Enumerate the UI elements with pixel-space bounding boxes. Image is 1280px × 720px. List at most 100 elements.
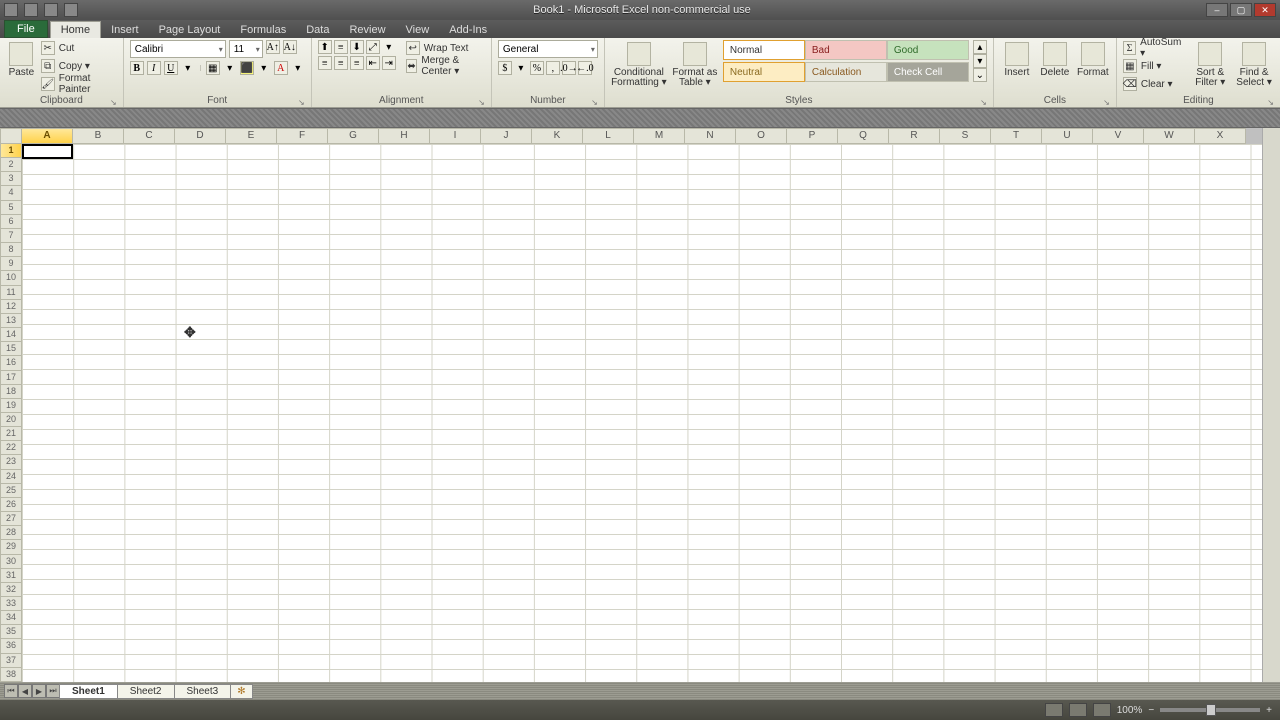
align-right-icon[interactable]: ≡: [350, 56, 364, 70]
row-header-21[interactable]: 21: [0, 427, 22, 441]
row-header-26[interactable]: 26: [0, 498, 22, 512]
col-header-F[interactable]: F: [277, 128, 328, 144]
font-name-combo[interactable]: Calibri: [130, 40, 226, 58]
sheet-nav-first-icon[interactable]: ⏮: [4, 684, 18, 698]
row-header-7[interactable]: 7: [0, 229, 22, 243]
conditional-formatting-button[interactable]: Conditional Formatting ▾: [611, 40, 667, 88]
cut-button[interactable]: ✂Cut: [41, 40, 117, 56]
italic-button[interactable]: I: [147, 61, 161, 75]
close-button[interactable]: ✕: [1254, 3, 1276, 17]
find-select-button[interactable]: Find & Select ▾: [1234, 40, 1274, 88]
font-size-combo[interactable]: 11: [229, 40, 263, 58]
row-header-27[interactable]: 27: [0, 512, 22, 526]
zoom-out-button[interactable]: −: [1148, 705, 1154, 716]
tab-page-layout[interactable]: Page Layout: [149, 22, 231, 38]
copy-button[interactable]: ⧉Copy ▾: [41, 58, 117, 74]
view-layout-icon[interactable]: [1069, 703, 1087, 717]
bold-button[interactable]: B: [130, 61, 144, 75]
row-header-19[interactable]: 19: [0, 399, 22, 413]
view-pagebreak-icon[interactable]: [1093, 703, 1111, 717]
fill-color-button[interactable]: ⬛: [240, 61, 254, 75]
dec-decimal-icon[interactable]: ←.0: [578, 61, 592, 75]
clear-button[interactable]: ⌫Clear ▾: [1123, 76, 1186, 92]
indent-dec-icon[interactable]: ⇤: [366, 56, 380, 70]
tab-formulas[interactable]: Formulas: [230, 22, 296, 38]
row-header-28[interactable]: 28: [0, 526, 22, 540]
row-header-14[interactable]: 14: [0, 328, 22, 342]
row-header-8[interactable]: 8: [0, 243, 22, 257]
sort-filter-button[interactable]: Sort & Filter ▾: [1190, 40, 1230, 88]
row-header-2[interactable]: 2: [0, 158, 22, 172]
format-painter-button[interactable]: 🖌Format Painter: [41, 76, 117, 92]
redo-icon[interactable]: [64, 3, 78, 17]
row-header-15[interactable]: 15: [0, 342, 22, 356]
col-header-P[interactable]: P: [787, 128, 838, 144]
col-header-W[interactable]: W: [1144, 128, 1195, 144]
col-header-G[interactable]: G: [328, 128, 379, 144]
col-header-J[interactable]: J: [481, 128, 532, 144]
tab-home[interactable]: Home: [50, 21, 101, 38]
row-header-12[interactable]: 12: [0, 300, 22, 314]
col-header-O[interactable]: O: [736, 128, 787, 144]
tab-review[interactable]: Review: [339, 22, 395, 38]
indent-inc-icon[interactable]: ⇥: [382, 56, 396, 70]
tab-addins[interactable]: Add-Ins: [439, 22, 497, 38]
col-header-T[interactable]: T: [991, 128, 1042, 144]
zoom-in-button[interactable]: +: [1266, 705, 1272, 716]
sheet-tab-1[interactable]: Sheet1: [59, 684, 118, 699]
col-header-S[interactable]: S: [940, 128, 991, 144]
align-top-icon[interactable]: ⬆: [318, 40, 332, 54]
row-header-30[interactable]: 30: [0, 555, 22, 569]
row-header-5[interactable]: 5: [0, 201, 22, 215]
sheet-nav-prev-icon[interactable]: ◀: [18, 684, 32, 698]
formula-bar[interactable]: [0, 108, 1280, 128]
col-header-E[interactable]: E: [226, 128, 277, 144]
delete-cells-button[interactable]: Delete: [1038, 40, 1072, 78]
col-header-L[interactable]: L: [583, 128, 634, 144]
style-good[interactable]: Good: [887, 40, 969, 60]
col-header-I[interactable]: I: [430, 128, 481, 144]
format-cells-button[interactable]: Format: [1076, 40, 1110, 78]
row-header-32[interactable]: 32: [0, 583, 22, 597]
save-icon[interactable]: [24, 3, 38, 17]
styles-scroll-up-icon[interactable]: ▴: [973, 40, 987, 54]
select-all-button[interactable]: [0, 128, 22, 144]
row-header-13[interactable]: 13: [0, 314, 22, 328]
row-header-34[interactable]: 34: [0, 611, 22, 625]
col-header-D[interactable]: D: [175, 128, 226, 144]
align-bottom-icon[interactable]: ⬇: [350, 40, 364, 54]
borders-button[interactable]: ▦: [206, 61, 220, 75]
row-header-22[interactable]: 22: [0, 441, 22, 455]
row-header-25[interactable]: 25: [0, 484, 22, 498]
row-header-18[interactable]: 18: [0, 385, 22, 399]
sheet-tab-2[interactable]: Sheet2: [117, 684, 175, 699]
paste-button[interactable]: Paste: [6, 40, 37, 78]
row-header-9[interactable]: 9: [0, 257, 22, 271]
row-header-24[interactable]: 24: [0, 470, 22, 484]
tab-insert[interactable]: Insert: [101, 22, 149, 38]
format-as-table-button[interactable]: Format as Table ▾: [671, 40, 719, 88]
col-header-A[interactable]: A: [22, 128, 73, 144]
underline-button[interactable]: U: [164, 61, 178, 75]
row-header-33[interactable]: 33: [0, 597, 22, 611]
row-header-35[interactable]: 35: [0, 625, 22, 639]
cells-area[interactable]: ✥: [22, 144, 1262, 682]
row-header-31[interactable]: 31: [0, 569, 22, 583]
row-header-11[interactable]: 11: [0, 286, 22, 300]
percent-icon[interactable]: %: [530, 61, 544, 75]
currency-icon[interactable]: $: [498, 61, 512, 75]
inc-decimal-icon[interactable]: .0→: [562, 61, 576, 75]
excel-icon[interactable]: [4, 3, 18, 17]
row-header-16[interactable]: 16: [0, 356, 22, 370]
insert-sheet-button[interactable]: ✻: [230, 684, 252, 699]
row-header-6[interactable]: 6: [0, 215, 22, 229]
insert-cells-button[interactable]: Insert: [1000, 40, 1034, 78]
col-header-U[interactable]: U: [1042, 128, 1093, 144]
sheet-tab-3[interactable]: Sheet3: [174, 684, 232, 699]
minimize-button[interactable]: –: [1206, 3, 1228, 17]
col-header-H[interactable]: H: [379, 128, 430, 144]
style-bad[interactable]: Bad: [805, 40, 887, 60]
col-header-V[interactable]: V: [1093, 128, 1144, 144]
zoom-slider[interactable]: [1160, 708, 1260, 712]
row-header-23[interactable]: 23: [0, 455, 22, 469]
